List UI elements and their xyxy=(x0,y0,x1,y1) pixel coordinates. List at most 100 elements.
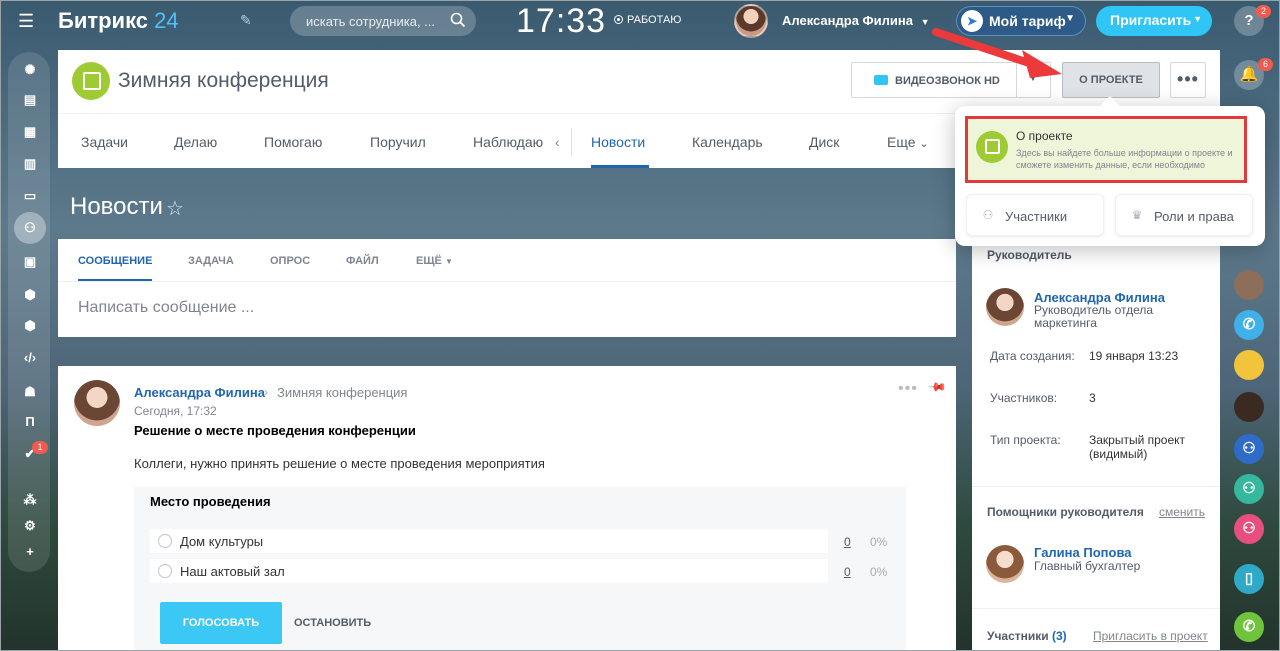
message-input[interactable]: Написать сообщение ... xyxy=(78,299,254,317)
tab-doing[interactable]: Делаю xyxy=(174,134,217,150)
poll-count[interactable]: 0 xyxy=(844,565,851,579)
contact-avatar[interactable] xyxy=(1234,270,1264,300)
helpers-title: Помощники руководителя xyxy=(987,505,1144,519)
annotation-arrow xyxy=(932,28,1062,78)
members-value: 3 xyxy=(1089,391,1096,405)
menu-icon[interactable]: ☰ xyxy=(18,11,38,31)
stop-poll-button[interactable]: ОСТАНОВИТЬ xyxy=(294,617,371,629)
user-name: Александра Филина xyxy=(782,13,913,28)
pin-icon[interactable]: 📌 xyxy=(927,377,947,397)
group-chat-icon[interactable]: ⚇ xyxy=(1234,434,1264,464)
poll-option[interactable]: Дом культуры xyxy=(150,529,828,553)
participants-label: Участники xyxy=(987,629,1049,643)
tab-task[interactable]: ЗАДАЧА xyxy=(188,255,234,267)
tab-drive[interactable]: Диск xyxy=(809,134,839,150)
crm-icon[interactable]: ⬢ xyxy=(20,285,40,305)
lock-screen-icon[interactable]: ▯ xyxy=(1234,564,1264,594)
contact-avatar[interactable] xyxy=(1234,350,1264,380)
poll-option-label: Дом культуры xyxy=(180,534,264,549)
chevron-down-icon: ▼ xyxy=(920,17,930,27)
change-link[interactable]: сменить xyxy=(1159,505,1205,519)
radio-button[interactable] xyxy=(158,564,172,578)
post-destination[interactable]: Зимняя конференция xyxy=(277,385,407,400)
roles-button[interactable]: ♛ Роли и права xyxy=(1115,194,1253,236)
search-icon[interactable] xyxy=(450,12,466,28)
vote-button[interactable]: ГОЛОСОВАТЬ xyxy=(160,602,282,644)
avatar[interactable] xyxy=(986,545,1024,583)
feed-post: Александра Филина › Зимняя конференция С… xyxy=(58,366,956,651)
invite-button[interactable]: Пригласить ▼ xyxy=(1096,6,1212,36)
tab-more[interactable]: ЕЩЁ ▼ xyxy=(416,255,453,267)
groups-icon[interactable]: ⚇ xyxy=(14,212,46,244)
members-button[interactable]: ⚇ Участники xyxy=(966,194,1104,236)
poll: Место проведения Дом культуры 0 0% Наш а… xyxy=(134,487,906,651)
docs-icon[interactable]: ▥ xyxy=(20,154,40,174)
add-icon[interactable]: + xyxy=(20,542,40,562)
group-chat-icon[interactable]: ⚇ xyxy=(1234,474,1264,504)
tab-poll[interactable]: ОПРОС xyxy=(270,255,310,267)
tab-tasks[interactable]: Задачи xyxy=(81,134,128,150)
about-project-button[interactable]: О ПРОЕКТЕ xyxy=(1062,62,1160,98)
post-author[interactable]: Александра Филина xyxy=(134,385,265,400)
top-bar: ☰ Битрикс 24 ✎ 17:33 РАБОТАЮ Александра … xyxy=(0,0,1280,42)
user-avatar[interactable] xyxy=(734,4,768,38)
tab-more-label: Еще xyxy=(887,134,916,150)
created-label: Дата создания: xyxy=(990,349,1075,363)
roles-label: Роли и права xyxy=(1154,209,1234,224)
type-label: Тип проекта: xyxy=(990,433,1061,447)
crown-icon: ♛ xyxy=(1131,208,1143,222)
about-project-popup: О проекте Здесь вы найдете больше информ… xyxy=(955,106,1265,246)
work-status[interactable]: РАБОТАЮ xyxy=(614,14,681,26)
logo[interactable]: Битрикс 24 xyxy=(58,8,179,34)
tab-helping[interactable]: Помогаю xyxy=(264,134,322,150)
chevron-left-icon[interactable]: ‹ xyxy=(555,134,560,150)
drive-icon[interactable]: ▭ xyxy=(20,186,40,206)
helper-name[interactable]: Галина Попова xyxy=(1034,545,1132,560)
robot-icon[interactable]: ☗ xyxy=(20,382,40,402)
search-input[interactable] xyxy=(306,12,436,30)
page-title: Новости xyxy=(70,193,163,220)
clock: 17:33 xyxy=(516,2,607,40)
owner-position: Руководитель отдела маркетинга xyxy=(1034,303,1154,330)
phone-icon[interactable]: ✆ xyxy=(1234,612,1264,642)
members-label: Участники xyxy=(1005,209,1068,224)
sidebar-item-p[interactable]: П xyxy=(20,412,40,432)
participants-count: (3) xyxy=(1052,629,1067,643)
search-box[interactable] xyxy=(290,6,476,36)
edit-pencil-icon[interactable]: ✎ xyxy=(240,12,252,29)
poll-option[interactable]: Наш актовый зал xyxy=(150,559,828,583)
invite-to-project-link[interactable]: Пригласить в проект xyxy=(1093,629,1208,643)
star-icon[interactable]: ☆ xyxy=(166,196,184,221)
tab-watching[interactable]: Наблюдаю xyxy=(473,134,543,150)
tab-more[interactable]: Еще ⌄ xyxy=(887,134,929,150)
sites-icon[interactable]: ⁂ xyxy=(20,490,40,510)
tasks-icon[interactable]: ▤ xyxy=(20,90,40,110)
participants-title: Участники (3) xyxy=(987,629,1067,643)
tab-assigned[interactable]: Поручил xyxy=(370,134,426,150)
contact-avatar[interactable] xyxy=(1234,392,1264,422)
feed-icon[interactable]: ✺ xyxy=(20,60,40,80)
avatar[interactable] xyxy=(986,288,1024,326)
settings-icon[interactable]: ⚙ xyxy=(20,516,40,536)
tab-message[interactable]: СООБЩЕНИЕ xyxy=(78,255,152,267)
more-icon[interactable]: ••• xyxy=(898,380,918,398)
avatar[interactable] xyxy=(74,380,120,426)
store-icon[interactable]: ⬢ xyxy=(20,316,40,336)
more-button[interactable]: ••• xyxy=(1170,62,1206,98)
chevron-down-icon: ⌄ xyxy=(919,138,929,150)
poll-count[interactable]: 0 xyxy=(844,535,851,549)
calendar-icon[interactable]: ▦ xyxy=(20,122,40,142)
developer-icon[interactable]: ‹/› xyxy=(20,348,40,368)
radio-button[interactable] xyxy=(158,534,172,548)
tab-calendar[interactable]: Календарь xyxy=(692,134,763,150)
call-icon[interactable]: ✆ xyxy=(1234,310,1264,340)
work-status-label: РАБОТАЮ xyxy=(627,14,682,26)
members-label: Участников: xyxy=(990,391,1058,405)
tab-news[interactable]: Новости xyxy=(591,134,645,150)
project-tabs: Задачи Делаю Помогаю Поручил Наблюдаю ‹ … xyxy=(58,114,974,168)
user-menu[interactable]: Александра Филина ▼ xyxy=(782,13,930,28)
group-chat-icon[interactable]: ⚇ xyxy=(1234,514,1264,544)
tab-file[interactable]: ФАЙЛ xyxy=(346,255,379,267)
post-time[interactable]: Сегодня, 17:32 xyxy=(134,404,217,418)
contacts-icon[interactable]: ▣ xyxy=(20,252,40,272)
